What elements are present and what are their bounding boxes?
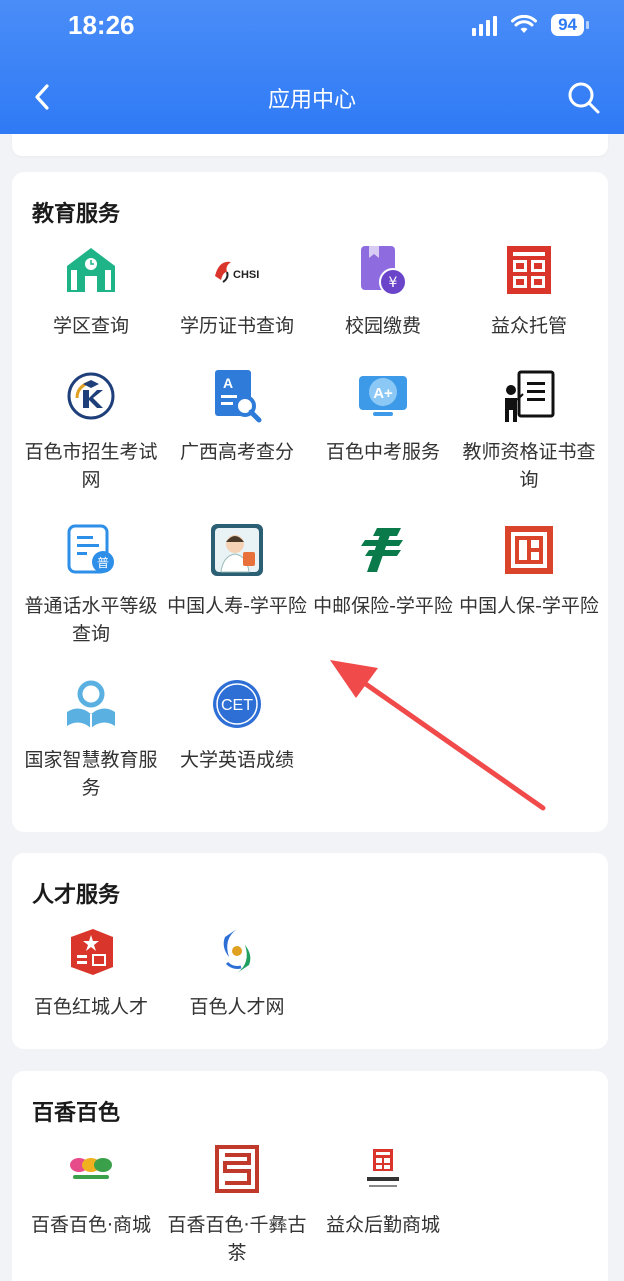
item-label: 中国人寿-学平险 bbox=[167, 595, 307, 617]
item-label: 百香百色·千彝古茶 bbox=[167, 1214, 307, 1264]
status-icons: 94 bbox=[472, 14, 589, 36]
cet-text: CET bbox=[221, 697, 253, 714]
item-label: 校园缴费 bbox=[344, 315, 421, 337]
item-label: 中邮保险-学平险 bbox=[313, 595, 453, 617]
item-label: 百色市招生考试网 bbox=[24, 441, 158, 491]
baixiang-logo-icon bbox=[70, 1158, 112, 1179]
section-title: 教育服务 bbox=[32, 202, 121, 227]
item-label: 广西高考查分 bbox=[179, 441, 294, 463]
page-title: 应用中心 bbox=[267, 88, 356, 113]
a-plus-text: A+ bbox=[373, 385, 393, 402]
item-label: 大学英语成绩 bbox=[179, 749, 294, 771]
app-item-baixiang-mall[interactable]: 百香百色·商城 bbox=[18, 1141, 164, 1239]
monitor-a-plus-icon: A+ bbox=[359, 376, 407, 416]
app-item-cet-score[interactable]: CET 大学英语成绩 bbox=[164, 676, 310, 774]
ancient-tea-icon bbox=[215, 1145, 259, 1193]
battery-indicator: 94 bbox=[551, 14, 589, 36]
app-item-degree-query[interactable]: CHSI 学历证书查询 bbox=[164, 242, 310, 340]
item-label: 百香百色·商城 bbox=[30, 1214, 152, 1236]
item-label: 百色红城人才 bbox=[33, 996, 148, 1018]
item-label: 百色中考服务 bbox=[325, 441, 440, 463]
section-title: 百香百色 bbox=[32, 1101, 121, 1126]
logistics-mall-icon bbox=[367, 1149, 399, 1187]
section-baixiang: 百香百色 百香百色·商城 百香百色·千彝古茶 益众后勤商城 bbox=[12, 1071, 608, 1281]
yizhong-logo-icon bbox=[507, 246, 551, 294]
cet-icon: CET bbox=[213, 680, 261, 728]
china-life-icon bbox=[211, 524, 263, 576]
china-post-icon bbox=[361, 528, 403, 572]
search-icon[interactable] bbox=[566, 80, 602, 116]
app-header: 18:26 94 应用中心 bbox=[0, 0, 624, 134]
app-item-china-post[interactable]: 中邮保险-学平险 bbox=[310, 522, 456, 620]
app-item-ancient-tea[interactable]: 百香百色·千彝古茶 bbox=[164, 1141, 310, 1267]
app-item-school-district[interactable]: 学区查询 bbox=[18, 242, 164, 340]
app-item-campus-payment[interactable]: ¥ 校园缴费 bbox=[310, 242, 456, 340]
a-text: A bbox=[223, 375, 233, 391]
talent-net-icon bbox=[223, 929, 251, 973]
app-item-teacher-cert[interactable]: 教师资格证书查询 bbox=[456, 368, 602, 494]
section-title: 人才服务 bbox=[32, 883, 121, 908]
score-search-icon: A bbox=[215, 370, 262, 423]
cellular-signal-icon bbox=[472, 14, 498, 36]
picc-icon bbox=[505, 526, 553, 574]
app-item-talent-net[interactable]: 百色人才网 bbox=[164, 923, 310, 1021]
item-label: 百色人才网 bbox=[189, 996, 285, 1018]
previous-card-edge bbox=[12, 134, 608, 156]
app-item-zhongkao-service[interactable]: A+ 百色中考服务 bbox=[310, 368, 456, 466]
chsi-text: CHSI bbox=[233, 269, 259, 281]
app-item-smart-education[interactable]: 国家智慧教育服务 bbox=[18, 676, 164, 802]
item-label: 普通话水平等级查询 bbox=[24, 595, 158, 645]
app-item-baise-admission[interactable]: 百色市招生考试网 bbox=[18, 368, 164, 494]
payment-icon: ¥ bbox=[361, 246, 407, 296]
app-item-red-city-talent[interactable]: 百色红城人才 bbox=[18, 923, 164, 1021]
app-item-mandarin-level[interactable]: 普 普通话水平等级查询 bbox=[18, 522, 164, 648]
item-label: 益众后勤商城 bbox=[325, 1214, 440, 1236]
status-time: 18:26 bbox=[68, 10, 135, 40]
app-item-logistics-mall[interactable]: 益众后勤商城 bbox=[310, 1141, 456, 1239]
item-label: 学历证书查询 bbox=[179, 315, 294, 337]
wifi-icon bbox=[511, 15, 538, 33]
pu-text: 普 bbox=[97, 556, 109, 570]
school-icon bbox=[67, 248, 115, 292]
section-talent: 人才服务 百色红城人才 百色人才网 bbox=[12, 853, 608, 1049]
app-item-picc[interactable]: 中国人保-学平险 bbox=[456, 522, 602, 620]
item-label: 教师资格证书查询 bbox=[462, 441, 596, 491]
item-label: 学区查询 bbox=[52, 315, 129, 337]
teacher-icon bbox=[505, 370, 555, 422]
item-label: 益众托管 bbox=[490, 315, 567, 337]
yen-text: ¥ bbox=[389, 275, 398, 291]
exam-logo-icon bbox=[67, 372, 115, 420]
item-label: 中国人保-学平险 bbox=[459, 595, 599, 617]
mandarin-doc-icon: 普 bbox=[67, 524, 114, 574]
app-item-china-life[interactable]: 中国人寿-学平险 bbox=[164, 522, 310, 620]
item-label: 国家智慧教育服务 bbox=[24, 749, 158, 799]
app-item-gaokao-score[interactable]: A 广西高考查分 bbox=[164, 368, 310, 466]
section-education: 教育服务 学区查询 CHSI 学历证书查询 ¥ 校园缴费 益众托管 百色市招生考… bbox=[12, 172, 608, 832]
app-item-yizhong-care[interactable]: 益众托管 bbox=[456, 242, 602, 340]
smart-edu-icon bbox=[67, 680, 115, 728]
red-city-talent-icon bbox=[71, 929, 113, 975]
chsi-logo-icon: CHSI bbox=[215, 261, 259, 283]
